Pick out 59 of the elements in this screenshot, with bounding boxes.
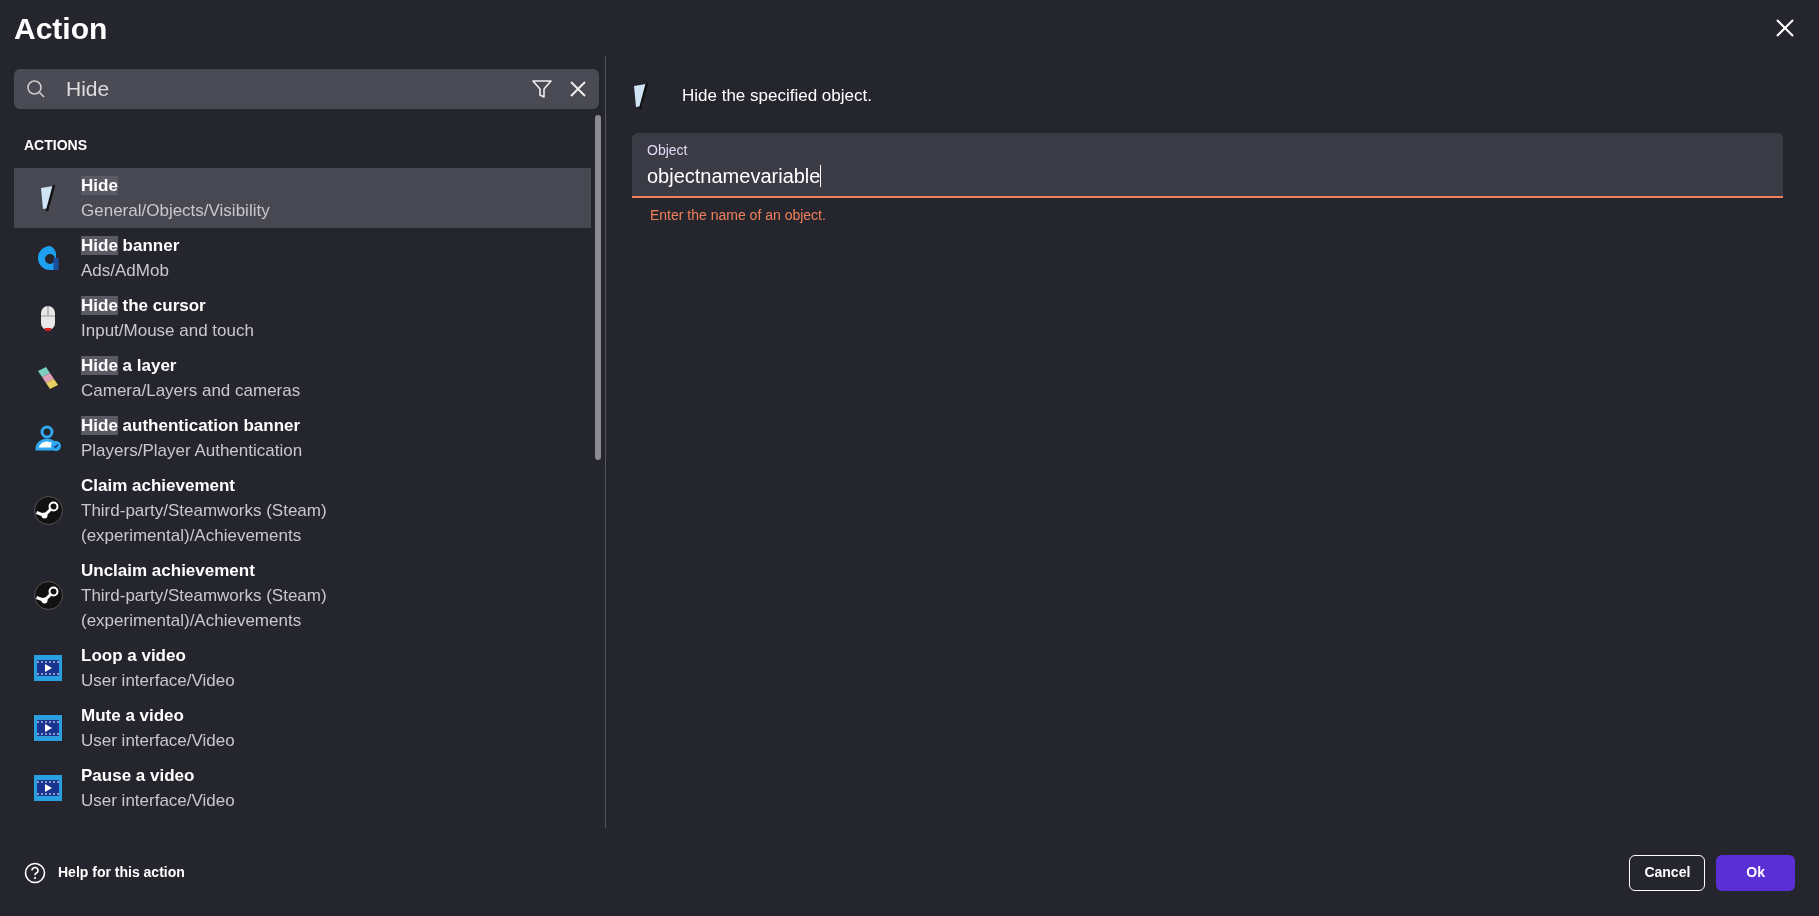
mouse-icon	[40, 304, 56, 332]
action-list-item[interactable]: Claim achievement Third-party/Steamworks (Steam) (experimental)/Achievements	[14, 468, 591, 553]
steam-icon	[33, 496, 63, 525]
action-path: Camera/Layers and cameras	[81, 380, 301, 402]
field-value: objectnamevariable	[647, 164, 821, 189]
action-path: General/Objects/Visibility	[81, 200, 270, 222]
eraser-icon	[632, 82, 650, 110]
action-title: Pause a video	[81, 765, 196, 787]
action-path: Third-party/Steamworks (Steam) (experimental)/Achievements	[81, 585, 328, 632]
action-list-item[interactable]: Hide banner Ads/AdMob	[14, 228, 591, 288]
action-list-item[interactable]: Pause a video User interface/Video	[14, 758, 591, 818]
action-path: Ads/AdMob	[81, 260, 170, 282]
filter-icon[interactable]	[531, 78, 553, 100]
help-link[interactable]: Help for this action	[24, 861, 185, 884]
user-icon	[34, 424, 62, 452]
action-title: Mute a video	[81, 705, 185, 727]
clear-search-icon[interactable]	[569, 80, 587, 98]
error-message: Enter the name of an object.	[649, 206, 827, 225]
ring-icon	[37, 245, 59, 271]
action-title: Hide	[81, 175, 119, 197]
action-list-item[interactable]: Hide a layer Camera/Layers and cameras	[14, 348, 591, 408]
cancel-button[interactable]: Cancel	[1629, 854, 1706, 891]
section-label: ACTIONS	[23, 136, 88, 155]
film-icon	[34, 655, 62, 681]
search-text: Hide	[66, 76, 111, 103]
action-description: Hide the specified object.	[682, 85, 872, 108]
action-title: Claim achievement	[81, 475, 236, 497]
film-icon	[34, 775, 62, 801]
action-title: Hide authentication banner	[81, 415, 302, 437]
close-icon	[1775, 18, 1795, 38]
action-list-item[interactable]: Loop a video User interface/Video	[14, 638, 591, 698]
help-icon	[24, 861, 46, 884]
action-list-item[interactable]: Unclaim achievement Third-party/Steamworks (Steam) (experimental)/Achievements	[14, 553, 591, 638]
dialog-title: Action	[14, 10, 108, 47]
layers-icon	[37, 366, 59, 390]
action-path: User interface/Video	[81, 790, 235, 812]
steam-icon	[33, 581, 63, 610]
scrollbar[interactable]	[595, 115, 601, 460]
action-path: Input/Mouse and touch	[81, 320, 254, 342]
action-title: Loop a video	[81, 645, 187, 667]
action-list-item[interactable]: Hide General/Objects/Visibility	[14, 168, 591, 228]
action-list-item[interactable]: Hide authentication banner Players/Player Authentication	[14, 408, 591, 468]
film-icon	[34, 715, 62, 741]
eraser-icon	[40, 184, 56, 212]
action-list-item[interactable]: Hide the cursor Input/Mouse and touch	[14, 288, 591, 348]
field-label: Object	[647, 141, 689, 160]
action-path: User interface/Video	[81, 730, 235, 752]
action-title: Unclaim achievement	[81, 560, 256, 582]
search-field[interactable]: Hide	[14, 69, 599, 109]
search-icon	[26, 79, 46, 99]
action-path: User interface/Video	[81, 670, 235, 692]
action-title: Hide banner	[81, 235, 180, 257]
action-path: Players/Player Authentication	[81, 440, 303, 462]
object-field[interactable]: Object objectnamevariable	[632, 133, 1783, 198]
action-title: Hide a layer	[81, 355, 178, 377]
action-path: Third-party/Steamworks (Steam) (experimental)/Achievements	[81, 500, 328, 547]
action-title: Hide the cursor	[81, 295, 207, 317]
action-list-item[interactable]: Mute a video User interface/Video	[14, 698, 591, 758]
ok-button[interactable]: Ok	[1716, 854, 1795, 891]
